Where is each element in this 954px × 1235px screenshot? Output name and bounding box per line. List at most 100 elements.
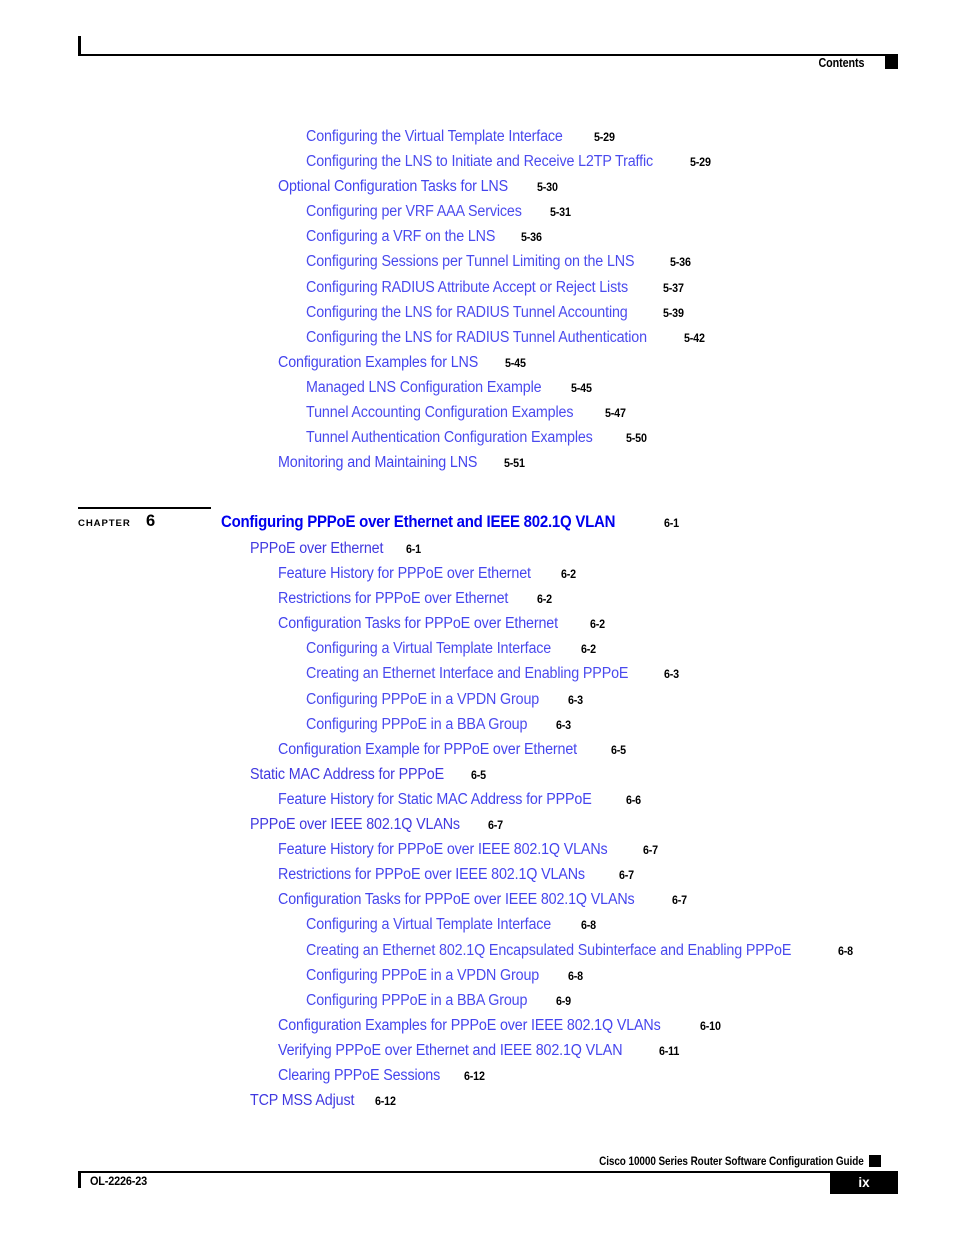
toc-entry-title[interactable]: Configuring the LNS for RADIUS Tunnel Ac… bbox=[306, 304, 628, 322]
toc-entry-row[interactable]: Configuring PPPoE in a BBA Group 6-3 bbox=[306, 716, 573, 734]
toc-entry-row[interactable]: Feature History for Static MAC Address f… bbox=[278, 791, 643, 809]
toc-entry-title[interactable]: PPPoE over Ethernet bbox=[250, 540, 383, 558]
toc-entry-row[interactable]: Tunnel Authentication Configuration Exam… bbox=[306, 429, 649, 447]
toc-entry-row[interactable]: Configuration Tasks for PPPoE over IEEE … bbox=[278, 891, 689, 909]
toc-entry-row[interactable]: Configuring PPPoE in a VPDN Group 6-8 bbox=[306, 967, 585, 985]
toc-section-chapter6: PPPoE over Ethernet 6-1 Feature History fo… bbox=[0, 540, 954, 1117]
toc-entry: Monitoring and Maintaining LNS 5-51 bbox=[0, 454, 954, 479]
toc-entry: Feature History for PPPoE over Ethernet 6… bbox=[0, 565, 954, 590]
toc-entry-title[interactable]: Configuration Examples for PPPoE over IE… bbox=[278, 1017, 661, 1035]
toc-entry-row[interactable]: Monitoring and Maintaining LNS 5-51 bbox=[278, 454, 528, 472]
chapter-heading-block: Chapter 6 Configuring PPPoE over Etherne… bbox=[0, 507, 954, 537]
footer-document-id: OL-2226-23 bbox=[90, 1174, 148, 1188]
toc-entry-title[interactable]: Configuring Sessions per Tunnel Limiting… bbox=[306, 253, 635, 271]
toc-entry-row[interactable]: Static MAC Address for PPPoE 6-5 bbox=[250, 766, 488, 784]
toc-entry-row[interactable]: Configuration Example for PPPoE over Eth… bbox=[278, 741, 628, 759]
toc-entry-row[interactable]: Configuration Examples for PPPoE over IE… bbox=[278, 1017, 724, 1035]
toc-entry-page-number: 6-7 bbox=[643, 843, 659, 858]
toc-entry-row[interactable]: Configuring RADIUS Attribute Accept or R… bbox=[306, 279, 687, 297]
toc-entry-title[interactable]: Tunnel Authentication Configuration Exam… bbox=[306, 429, 593, 447]
toc-entry-row[interactable]: PPPoE over Ethernet 6-1 bbox=[250, 540, 423, 558]
toc-entry-title[interactable]: Verifying PPPoE over Ethernet and IEEE 8… bbox=[278, 1042, 623, 1060]
toc-entry-title[interactable]: Configuring PPPoE in a BBA Group bbox=[306, 992, 527, 1010]
toc-entry-row[interactable]: Configuring per VRF AAA Services 5-31 bbox=[306, 203, 573, 221]
toc-entry-row[interactable]: Restrictions for PPPoE over IEEE 802.1Q … bbox=[278, 866, 636, 884]
toc-entry-title[interactable]: Creating an Ethernet 802.1Q Encapsulated… bbox=[306, 942, 791, 960]
toc-entry-row[interactable]: Tunnel Accounting Configuration Examples… bbox=[306, 404, 629, 422]
toc-entry-row[interactable]: Verifying PPPoE over Ethernet and IEEE 8… bbox=[278, 1042, 682, 1060]
toc-entry: Feature History for Static MAC Address f… bbox=[0, 791, 954, 816]
toc-entry-page-number: 5-29 bbox=[690, 155, 711, 170]
toc-entry-title[interactable]: Configuring PPPoE in a VPDN Group bbox=[306, 691, 539, 709]
toc-entry-title[interactable]: Configuring the LNS to Initiate and Rece… bbox=[306, 153, 653, 171]
toc-entry-page-number: 5-36 bbox=[670, 255, 691, 270]
toc-entry-title[interactable]: Configuring RADIUS Attribute Accept or R… bbox=[306, 279, 628, 297]
chapter-rule bbox=[78, 507, 211, 509]
toc-entry-row[interactable]: Configuring a Virtual Template Interface… bbox=[306, 640, 598, 658]
chapter-title[interactable]: Configuring PPPoE over Ethernet and IEEE… bbox=[221, 513, 615, 532]
toc-entry-page-number: 5-51 bbox=[504, 456, 525, 471]
toc-entry-row[interactable]: Configuring PPPoE in a VPDN Group 6-3 bbox=[306, 691, 585, 709]
toc-entry-title[interactable]: Feature History for PPPoE over Ethernet bbox=[278, 565, 531, 583]
toc-entry-title[interactable]: PPPoE over IEEE 802.1Q VLANs bbox=[250, 816, 460, 834]
toc-entry-title[interactable]: Configuring per VRF AAA Services bbox=[306, 203, 522, 221]
toc-entry-row[interactable]: Configuration Examples for LNS 5-45 bbox=[278, 354, 529, 372]
toc-entry-row[interactable]: Configuring the LNS for RADIUS Tunnel Au… bbox=[306, 329, 707, 347]
toc-entry-page-number: 5-45 bbox=[505, 355, 526, 370]
toc-entry-title[interactable]: Feature History for Static MAC Address f… bbox=[278, 791, 592, 809]
toc-entry-row[interactable]: Configuring the Virtual Template Interfa… bbox=[306, 128, 617, 146]
toc-entry-title[interactable]: Restrictions for PPPoE over IEEE 802.1Q … bbox=[278, 866, 585, 884]
toc-entry-row[interactable]: Configuration Tasks for PPPoE over Ether… bbox=[278, 615, 607, 633]
toc-entry-title[interactable]: Configuration Tasks for PPPoE over Ether… bbox=[278, 615, 558, 633]
toc-entry-row[interactable]: Configuring Sessions per Tunnel Limiting… bbox=[306, 253, 694, 271]
toc-entry: Configuring the LNS for RADIUS Tunnel Ac… bbox=[0, 304, 954, 329]
toc-entry-row[interactable]: Configuring a Virtual Template Interface… bbox=[306, 916, 598, 934]
toc-entry: Tunnel Authentication Configuration Exam… bbox=[0, 429, 954, 454]
toc-entry-row[interactable]: Configuring a VRF on the LNS 5-36 bbox=[306, 228, 545, 246]
toc-entry-title[interactable]: Optional Configuration Tasks for LNS bbox=[278, 178, 508, 196]
toc-entry-row[interactable]: Optional Configuration Tasks for LNS 5-30 bbox=[278, 178, 561, 196]
toc-entry-row[interactable]: TCP MSS Adjust 6-12 bbox=[250, 1092, 398, 1110]
toc-entry-title[interactable]: Configuring a Virtual Template Interface bbox=[306, 916, 551, 934]
toc-entry-row[interactable]: Configuring the LNS for RADIUS Tunnel Ac… bbox=[306, 304, 687, 322]
toc-entry-title[interactable]: Configuring PPPoE in a VPDN Group bbox=[306, 967, 539, 985]
toc-entry: Configuring per VRF AAA Services 5-31 bbox=[0, 203, 954, 228]
toc-entry-title[interactable]: Monitoring and Maintaining LNS bbox=[278, 454, 477, 472]
toc-entry-title[interactable]: Feature History for PPPoE over IEEE 802.… bbox=[278, 841, 608, 859]
toc-entry-title[interactable]: Static MAC Address for PPPoE bbox=[250, 766, 444, 784]
toc-entry-title[interactable]: Creating an Ethernet Interface and Enabl… bbox=[306, 665, 628, 683]
toc-entry-row[interactable]: Restrictions for PPPoE over Ethernet 6-2 bbox=[278, 590, 554, 608]
toc-entry-row[interactable]: Clearing PPPoE Sessions 6-12 bbox=[278, 1067, 488, 1085]
toc-entry-title[interactable]: Configuring the Virtual Template Interfa… bbox=[306, 128, 563, 146]
toc-entry: Restrictions for PPPoE over IEEE 802.1Q … bbox=[0, 866, 954, 891]
toc-entry-title[interactable]: Configuration Tasks for PPPoE over IEEE … bbox=[278, 891, 635, 909]
toc-entry: Configuring Sessions per Tunnel Limiting… bbox=[0, 253, 954, 278]
toc-entry-row[interactable]: Managed LNS Configuration Example 5-45 bbox=[306, 379, 594, 397]
toc-entry-title[interactable]: Configuration Examples for LNS bbox=[278, 354, 478, 372]
toc-entry-page-number: 6-8 bbox=[568, 968, 584, 983]
toc-entry-title[interactable]: Managed LNS Configuration Example bbox=[306, 379, 542, 397]
toc-entry-page-number: 6-6 bbox=[626, 792, 642, 807]
toc-entry-row[interactable]: Feature History for PPPoE over IEEE 802.… bbox=[278, 841, 660, 859]
toc-entry-row[interactable]: Creating an Ethernet 802.1Q Encapsulated… bbox=[306, 942, 855, 960]
toc-entry-title[interactable]: Configuring a VRF on the LNS bbox=[306, 228, 495, 246]
toc-entry-title[interactable]: Configuring PPPoE in a BBA Group bbox=[306, 716, 527, 734]
toc-entry-title[interactable]: Configuring the LNS for RADIUS Tunnel Au… bbox=[306, 329, 647, 347]
toc-entry-title[interactable]: Clearing PPPoE Sessions bbox=[278, 1067, 440, 1085]
chapter-page-number: 6-1 bbox=[663, 516, 679, 530]
header-tick-mark bbox=[78, 36, 81, 56]
footer-guide-title: Cisco 10000 Series Router Software Confi… bbox=[599, 1155, 864, 1168]
toc-entry-title[interactable]: Configuration Example for PPPoE over Eth… bbox=[278, 741, 577, 759]
toc-entry-title[interactable]: TCP MSS Adjust bbox=[250, 1092, 354, 1110]
toc-entry-page-number: 6-8 bbox=[581, 918, 597, 933]
toc-entry-row[interactable]: Creating an Ethernet Interface and Enabl… bbox=[306, 665, 681, 683]
toc-entry-row[interactable]: Feature History for PPPoE over Ethernet 6… bbox=[278, 565, 578, 583]
chapter-number: 6 bbox=[146, 512, 156, 530]
toc-entry-row[interactable]: Configuring the LNS to Initiate and Rece… bbox=[306, 153, 714, 171]
toc-entry-row[interactable]: PPPoE over IEEE 802.1Q VLANs 6-7 bbox=[250, 816, 505, 834]
toc-entry-title[interactable]: Tunnel Accounting Configuration Examples bbox=[306, 404, 574, 422]
toc-entry-row[interactable]: Configuring PPPoE in a BBA Group 6-9 bbox=[306, 992, 573, 1010]
toc-entry-title[interactable]: Configuring a Virtual Template Interface bbox=[306, 640, 551, 658]
toc-entry-title[interactable]: Restrictions for PPPoE over Ethernet bbox=[278, 590, 508, 608]
chapter-title-row[interactable]: Configuring PPPoE over Ethernet and IEEE… bbox=[221, 513, 681, 532]
